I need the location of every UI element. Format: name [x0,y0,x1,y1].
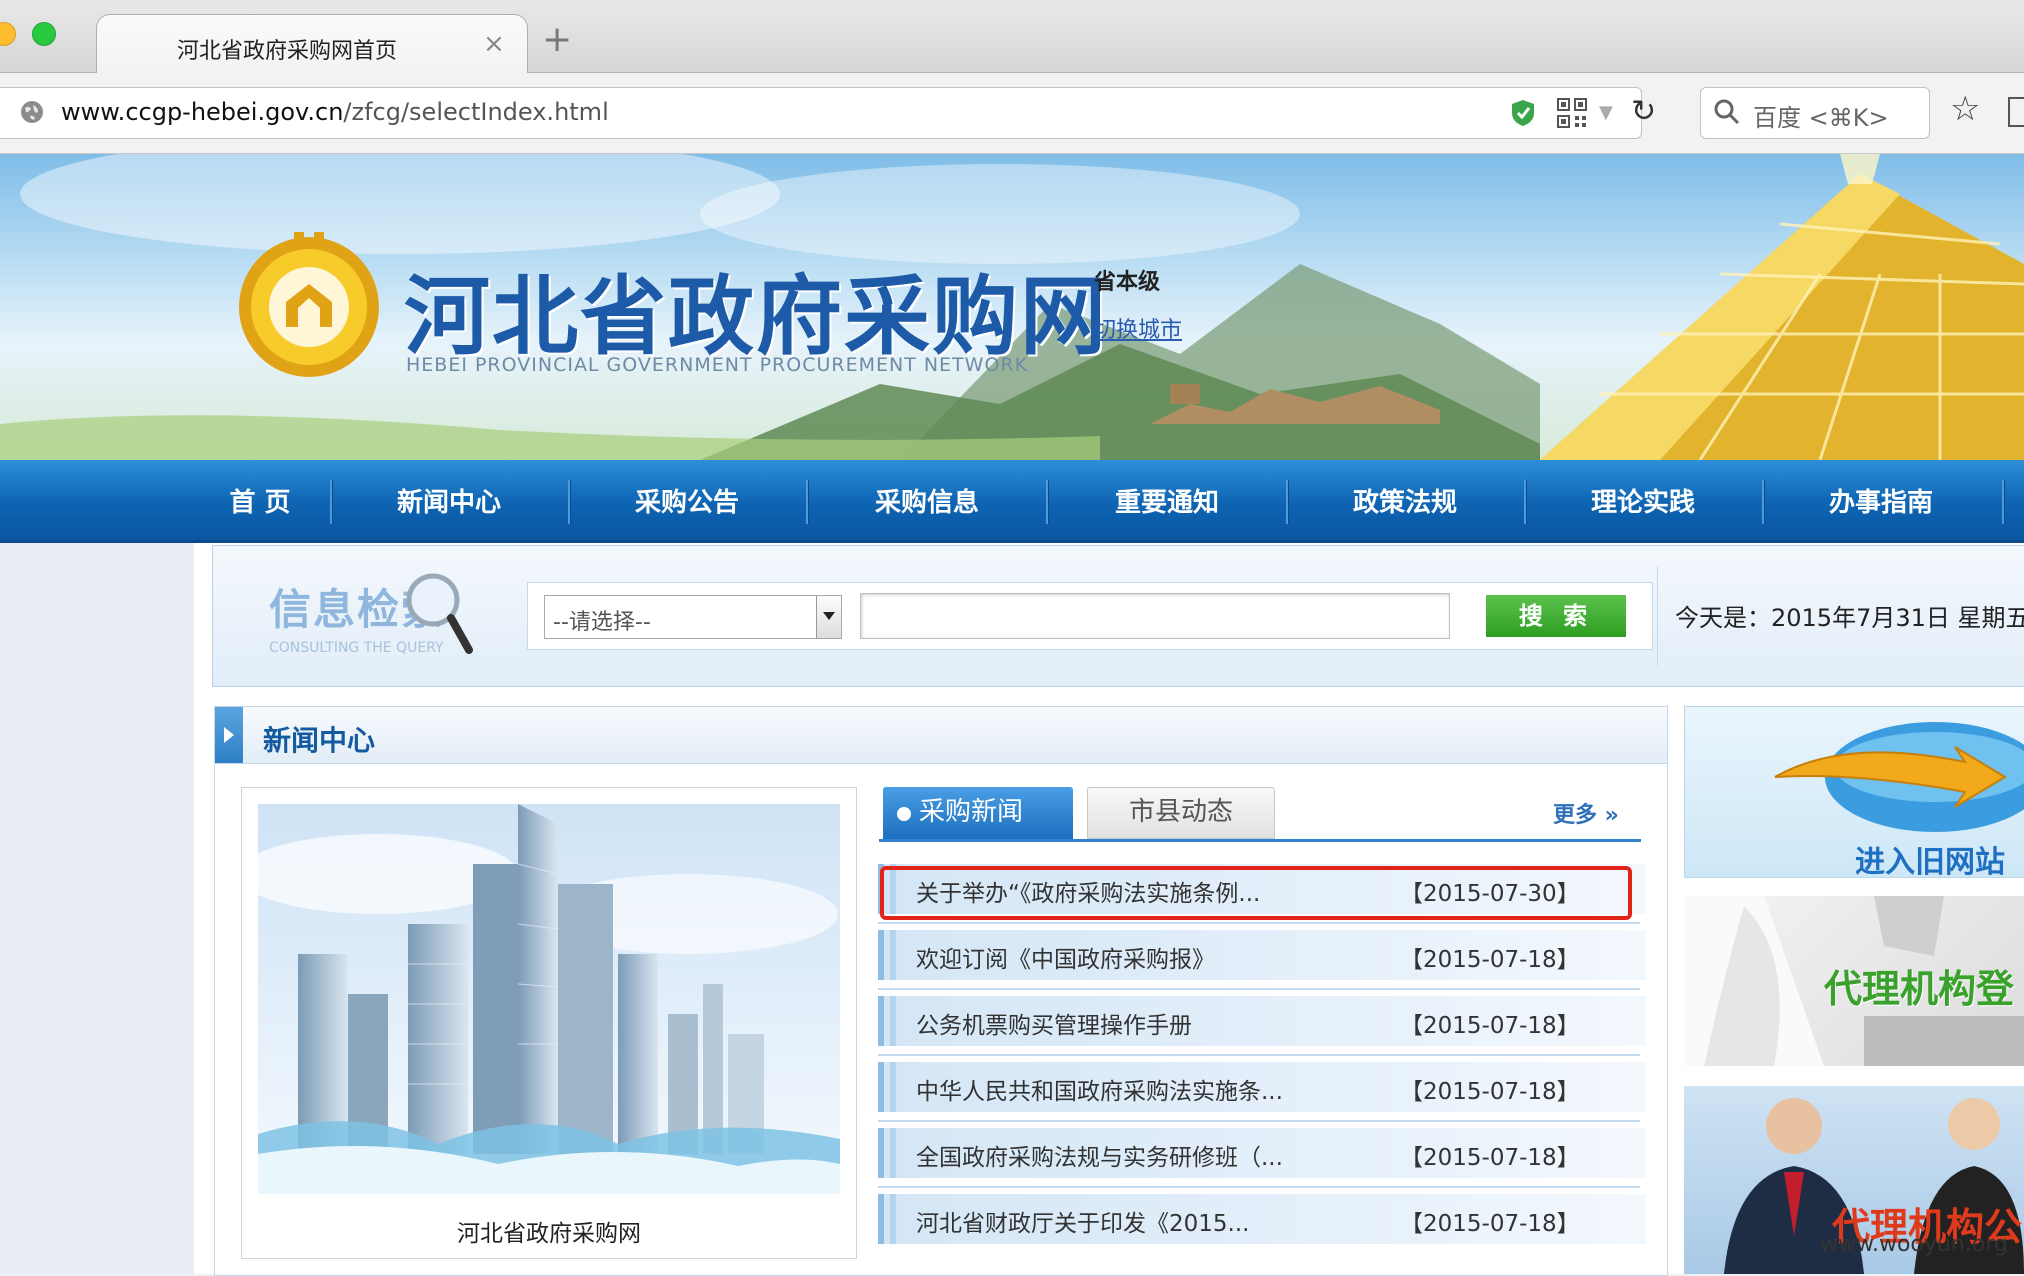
search-form: --请选择-- 搜 索 [527,582,1653,650]
agency-register-label: 代理机构登 [1824,967,2015,1011]
level-label: 省本级 [1094,270,1161,295]
more-link[interactable]: 更多 » [1553,797,1619,829]
row-divider [878,1186,1640,1188]
info-search-panel: 信息检索 CONSULTING THE QUERY --请选择-- 搜 索 今天… [212,545,2024,687]
row-divider [878,922,1640,924]
nav-divider [2002,480,2005,524]
url-text: www.ccgp-hebei.gov.cn/zfcg/selectIndex.h… [61,98,609,126]
news-center-panel: 新闻中心 河北省政府采购网 采购新闻 市县动态 更多 » [214,706,1668,1276]
nav-divider [568,480,571,524]
site-banner: 河北省政府采购网 HEBEI PROVINCIAL GOVERNMENT PRO… [0,154,2024,460]
row-divider [878,988,1640,990]
agency-register-banner[interactable]: 代理机构登 [1684,896,2024,1066]
today-date: 今天是：2015年7月31日 星期五 [1675,604,2024,632]
nav-item-notices[interactable]: 重要通知 [1068,460,1266,540]
magnifier-icon [406,573,473,654]
photo-caption: 河北省政府采购网 [457,1221,641,1247]
news-item[interactable]: 欢迎订阅《中国政府采购报》 【2015-07-18】 [878,930,1646,980]
tab-label: 采购新闻 [919,797,1024,827]
qr-code-icon[interactable] [1557,98,1587,128]
logo-emblem [239,232,379,377]
news-item-date: 【2015-07-18】 [1400,1079,1580,1105]
news-item-date: 【2015-07-18】 [1400,1013,1580,1039]
city-skyline-image [258,804,840,1194]
page-gutter [0,543,194,1274]
row-divider [878,1054,1640,1056]
category-selected-value: --请选择-- [553,610,651,635]
old-site-banner[interactable]: 进入旧网站 [1684,706,2024,878]
browser-tab-bar: 河北省政府采购网首页 × + [0,0,2024,75]
nav-divider [1762,480,1765,524]
news-center-title: 新闻中心 [263,724,376,757]
site-title: 河北省政府采购网 [404,267,1108,367]
tab-procurement-news[interactable]: 采购新闻 [883,787,1073,839]
nav-divider [330,480,333,524]
tab-title: 河北省政府采购网首页 [177,39,398,64]
chevron-down-icon[interactable] [816,596,841,638]
news-item-title: 中华人民共和国政府采购法实施条... [916,1079,1283,1105]
close-icon[interactable]: × [483,29,505,59]
site-subtitle: HEBEI PROVINCIAL GOVERNMENT PROCUREMENT … [406,354,1029,376]
browser-search-box[interactable]: 百度 <⌘K> [1700,87,1930,139]
main-nav: 首 页 新闻中心 采购公告 采购信息 重要通知 政策法规 理论实践 办事指南 [0,460,2024,543]
chevron-down-icon[interactable]: ▼ [1599,102,1613,123]
nav-divider [1286,480,1289,524]
news-item-title: 欢迎订阅《中国政府采购报》 [916,947,1215,973]
bullet-icon [897,807,911,821]
annotation-highlight-box [880,866,1632,920]
search-icon [1714,99,1740,125]
news-item-title: 河北省财政厅关于印发《2015... [916,1211,1250,1237]
address-bar[interactable]: www.ccgp-hebei.gov.cn/zfcg/selectIndex.h… [0,87,1656,139]
row-divider [878,1120,1640,1122]
news-item[interactable]: 河北省财政厅关于印发《2015... 【2015-07-18】 [878,1194,1646,1244]
reload-icon[interactable]: ↻ [1631,94,1656,129]
tab-county-news[interactable]: 市县动态 [1087,787,1275,839]
switch-city-link[interactable]: 切换城市 [1094,312,1182,344]
browser-tab[interactable]: 河北省政府采购网首页 × [96,14,528,75]
nav-item-announcements[interactable]: 采购公告 [588,460,786,540]
news-item[interactable]: 全国政府采购法规与实务研修班（... 【2015-07-18】 [878,1128,1646,1178]
keyword-input[interactable] [860,593,1450,639]
news-item-title: 公务机票购买管理操作手册 [916,1013,1192,1039]
nav-divider [1046,480,1049,524]
news-tabs: 采购新闻 市县动态 更多 » [879,787,1641,842]
news-item-date: 【2015-07-18】 [1400,1145,1580,1171]
nav-item-theory[interactable]: 理论实践 [1544,460,1742,540]
category-select[interactable]: --请选择-- [544,595,842,639]
nav-item-home[interactable]: 首 页 [204,460,316,540]
browser-toolbar: www.ccgp-hebei.gov.cn/zfcg/selectIndex.h… [0,73,2024,154]
news-item[interactable]: 公务机票购买管理操作手册 【2015-07-18】 [878,996,1646,1046]
right-sidebar: 进入旧网站 代理机构登 代理机构公 [1684,706,2024,1274]
bookmarks-icon[interactable] [2008,97,2024,127]
shield-icon[interactable] [1509,98,1537,128]
globe-icon [21,101,43,123]
nav-item-info[interactable]: 采购信息 [828,460,1026,540]
news-item-date: 【2015-07-18】 [1400,1211,1580,1237]
news-center-header: 新闻中心 [215,707,1667,764]
news-item[interactable]: 中华人民共和国政府采购法实施条... 【2015-07-18】 [878,1062,1646,1112]
nav-divider [806,480,809,524]
globe-arrow-icon [1774,722,2024,832]
news-item-date: 【2015-07-18】 [1400,947,1580,973]
nav-item-policy[interactable]: 政策法规 [1306,460,1504,540]
play-icon [215,707,243,763]
news-photo-card[interactable]: 河北省政府采购网 [241,787,857,1259]
old-site-label: 进入旧网站 [1855,845,2005,878]
nav-item-news[interactable]: 新闻中心 [350,460,548,540]
new-tab-button[interactable]: + [542,22,572,58]
news-item-title: 全国政府采购法规与实务研修班（... [916,1145,1283,1171]
watermark-text: www.wooyun.org [1820,1232,2008,1257]
window-zoom-button[interactable] [32,22,56,46]
nav-item-guide[interactable]: 办事指南 [1782,460,1980,540]
window-close-button[interactable] [0,22,16,46]
nav-divider [1524,480,1527,524]
search-button[interactable]: 搜 索 [1486,595,1626,637]
search-placeholder: 百度 <⌘K> [1753,104,1889,132]
divider [1657,566,1658,666]
star-icon[interactable]: ☆ [1950,89,1980,129]
